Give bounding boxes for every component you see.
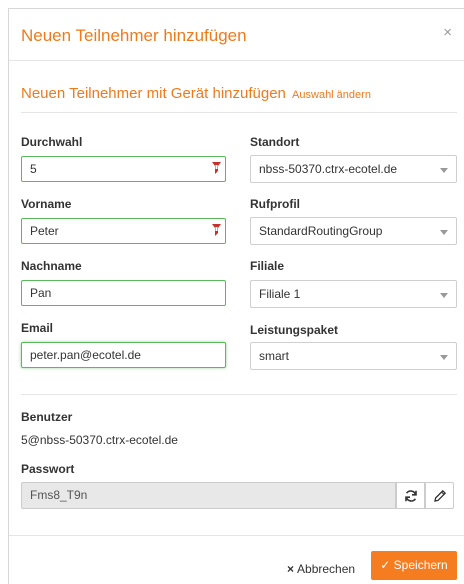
required-marker-icon	[212, 162, 221, 174]
section-divider	[21, 112, 457, 113]
footer-divider	[9, 535, 464, 536]
passwort-label: Passwort	[21, 462, 75, 476]
email-field[interactable]: peter.pan@ecotel.de	[21, 342, 226, 368]
background-edge	[0, 0, 8, 584]
required-marker-icon	[212, 224, 221, 236]
standort-value: nbss-50370.ctrx-ecotel.de	[259, 162, 398, 176]
durchwahl-label: Durchwahl	[21, 135, 83, 149]
nachname-label: Nachname	[21, 259, 82, 273]
cancel-label: Abbrechen	[297, 562, 356, 576]
filiale-value: Filiale 1	[259, 287, 301, 301]
rufprofil-label: Rufprofil	[250, 197, 300, 211]
add-participant-modal: Neuen Teilnehmer hinzufügen × Neuen Teil…	[8, 8, 464, 584]
modal-title: Neuen Teilnehmer hinzufügen	[21, 26, 247, 45]
leistungspaket-value: smart	[259, 349, 289, 363]
vorname-value: Peter	[30, 224, 59, 238]
benutzer-label: Benutzer	[21, 410, 73, 424]
durchwahl-value: 5	[30, 162, 37, 176]
email-label: Email	[21, 321, 54, 335]
standort-select[interactable]: nbss-50370.ctrx-ecotel.de	[250, 155, 457, 183]
rufprofil-select[interactable]: StandardRoutingGroup	[250, 217, 457, 245]
email-value: peter.pan@ecotel.de	[30, 348, 141, 362]
modal-header: Neuen Teilnehmer hinzufügen ×	[9, 9, 464, 61]
caret-down-icon	[440, 293, 448, 298]
rufprofil-value: StandardRoutingGroup	[259, 224, 383, 238]
refresh-icon	[405, 490, 417, 502]
caret-down-icon	[440, 230, 448, 235]
section-title: Neuen Teilnehmer mit Gerät hinzufügen Au…	[21, 85, 371, 102]
nachname-value: Pan	[30, 286, 52, 300]
nachname-field[interactable]: Pan	[21, 280, 226, 306]
leistungspaket-label: Leistungspaket	[250, 323, 339, 337]
cancel-button[interactable]: × Abbrechen	[287, 562, 355, 576]
save-button[interactable]: ✓ Speichern	[371, 551, 457, 580]
change-selection-link[interactable]: Auswahl ändern	[292, 89, 371, 101]
edit-password-button[interactable]	[425, 482, 454, 509]
filiale-select[interactable]: Filiale 1	[250, 280, 457, 308]
close-icon[interactable]: ×	[443, 24, 452, 41]
standort-label: Standort	[250, 135, 300, 149]
pencil-icon	[434, 489, 447, 502]
durchwahl-field[interactable]: 5	[21, 156, 226, 182]
account-divider	[21, 394, 457, 395]
caret-down-icon	[440, 355, 448, 360]
check-icon: ✓	[380, 558, 391, 572]
times-icon: ×	[287, 562, 295, 576]
vorname-label: Vorname	[21, 197, 72, 211]
leistungspaket-select[interactable]: smart	[250, 342, 457, 370]
regenerate-password-button[interactable]	[396, 482, 425, 509]
filiale-label: Filiale	[250, 259, 285, 273]
vorname-field[interactable]: Peter	[21, 218, 226, 244]
save-label: Speichern	[393, 558, 448, 572]
section-title-text: Neuen Teilnehmer mit Gerät hinzufügen	[21, 85, 286, 102]
benutzer-value: 5@nbss-50370.ctrx-ecotel.de	[21, 433, 178, 447]
password-field[interactable]: Fms8_T9n	[21, 482, 396, 509]
caret-down-icon	[440, 168, 448, 173]
password-value: Fms8_T9n	[30, 488, 88, 502]
